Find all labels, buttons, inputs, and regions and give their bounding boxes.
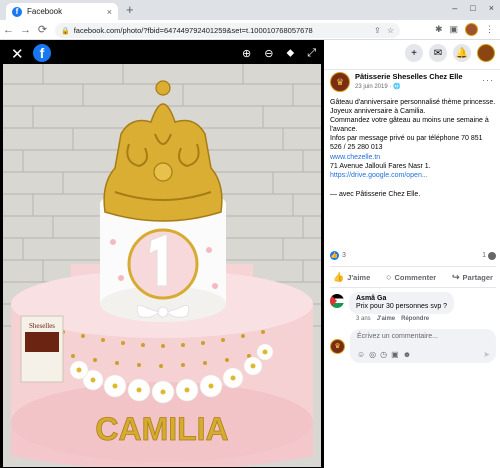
comment-like-link[interactable]: J'aime [377,316,395,322]
profile-avatar[interactable] [465,23,478,36]
comment-text: Prix pour 30 personnes svp ? [356,303,448,310]
sticker-icon[interactable]: ▣ [391,350,399,359]
minimize-icon[interactable]: – [452,3,457,13]
post-body: Gâteau d'anniversaire personnalisé thème… [330,98,496,199]
drive-link[interactable]: https://drive.google.com/open... [330,171,496,180]
extensions-icon[interactable]: ✱ [435,24,443,35]
close-window-icon[interactable]: × [489,3,494,13]
post-text: Gâteau d'anniversaire personnalisé thème… [330,99,496,152]
comment-meta: 3 ans J'aime Répondre [356,316,429,322]
tab-close-icon[interactable]: × [107,7,112,17]
composer-avatar: ♛ [330,338,345,354]
url-text[interactable]: facebook.com/photo/?fbid=647449792401259… [74,26,368,35]
share-button[interactable]: ↪ Partager [452,272,493,283]
comment-button[interactable]: ○ Commenter [386,272,436,282]
create-plus-icon[interactable]: + [405,44,423,62]
thumbs-up-icon: 👍 [333,271,345,282]
send-icon[interactable]: ➤ [483,350,490,359]
emoji-icon[interactable]: ☺ [357,350,365,359]
comment-bubble-icon [488,251,496,260]
divider [324,69,500,70]
zoom-out-icon[interactable]: ⊖ [264,47,273,60]
like-button[interactable]: 👍 J'aime [333,272,370,283]
comment-count-number: 1 [482,252,486,259]
more-options-icon[interactable]: ··· [482,75,494,85]
browser-extras: ✱ ▣ ⋮ [435,23,494,36]
facebook-logo-icon[interactable]: f [33,44,51,62]
reload-icon[interactable]: ⟳ [34,23,51,36]
commenter-avatar[interactable] [330,294,344,308]
cake-photo: CAMILIA Sheselles [3,64,321,467]
comment-item: Asmâ Ga Prix pour 30 personnes svp ? [330,292,496,314]
like-label: J'aime [347,272,371,282]
lock-icon[interactable]: 🔒 [61,27,70,35]
back-icon[interactable]: ← [0,24,17,36]
svg-text:CAMILIA: CAMILIA [95,411,228,447]
comment-composer: ♛ Écrivez un commentaire... ☺ ◎ ◷ ▣ ☻ ➤ [330,329,496,363]
window-controls: – □ × [452,3,494,13]
tab-title: Facebook [27,7,63,16]
composer-icons: ☺ ◎ ◷ ▣ ☻ [357,350,411,359]
comment-reply-link[interactable]: Répondre [401,316,429,322]
share-arrow-icon: ↪ [452,271,460,282]
like-reaction-icon[interactable]: 👍 [330,251,339,260]
maximize-icon[interactable]: □ [470,3,475,13]
side-panel-icon[interactable]: ▣ [449,24,458,35]
reaction-summary: 👍 3 1 [330,251,496,260]
account-avatar[interactable] [477,44,495,62]
commenter-name[interactable]: Asmâ Ga [356,295,447,302]
svg-text:Sheselles: Sheselles [29,322,55,330]
website-link[interactable]: www.chezelle.tn [330,153,496,162]
post-sidebar: + ✉ 🔔 ♛ Pâtisserie Sheselles Chez Elle 2… [324,40,500,468]
photo-viewer: ✕ f ⊕ ⊖ ⬥ ⤢ CAMILIA Sheselles [0,40,324,468]
post-header: ♛ Pâtisserie Sheselles Chez Elle 23 juin… [330,72,496,92]
like-count[interactable]: 3 [342,252,346,259]
comment-input[interactable]: Écrivez un commentaire... ☺ ◎ ◷ ▣ ☻ ➤ [350,329,496,363]
page-avatar[interactable]: ♛ [330,72,350,92]
comment-age[interactable]: 3 ans [356,316,371,322]
address-text: 71 Avenue Jallouli Fares Nasr 1. [330,162,431,170]
browser-tab[interactable]: f Facebook × [6,3,118,20]
share-icon[interactable]: ⇪ [374,26,381,35]
tagged-page[interactable]: — avec Pâtisserie Chez Elle. [330,190,496,199]
comment-icon: ○ [386,272,392,282]
post-author: Pâtisserie Sheselles Chez Elle 23 juin 2… [355,72,463,92]
account-controls: + ✉ 🔔 [405,44,495,62]
url-bar[interactable]: 🔒 facebook.com/photo/?fbid=6474497924012… [55,23,400,38]
forward-icon[interactable]: → [17,24,34,36]
browser-menu-icon[interactable]: ⋮ [485,24,494,35]
camera-icon[interactable]: ◎ [369,350,376,359]
close-viewer-icon[interactable]: ✕ [11,45,24,63]
page-name-link[interactable]: Pâtisserie Sheselles Chez Elle [355,72,463,81]
new-tab-button[interactable]: + [126,3,134,17]
zoom-in-icon[interactable]: ⊕ [242,47,251,60]
comment-label: Commenter [394,272,437,282]
address-toolbar: ← → ⟳ 🔒 facebook.com/photo/?fbid=6474497… [0,20,500,40]
fullscreen-icon[interactable]: ⤢ [307,47,316,60]
comment-bubble: Asmâ Ga Prix pour 30 personnes svp ? [349,292,455,314]
messenger-icon[interactable]: ✉ [429,44,447,62]
share-label: Partager [462,272,493,282]
bookmark-star-icon[interactable]: ☆ [387,26,394,35]
comment-count[interactable]: 1 [482,251,496,260]
facebook-favicon-icon: f [12,6,22,17]
gif-icon[interactable]: ◷ [380,350,387,359]
post-actions: 👍 J'aime ○ Commenter ↪ Partager [330,266,496,288]
viewer-toolbar: ⊕ ⊖ ⬥ ⤢ [242,47,316,60]
browser-tab-bar: f Facebook × + – □ × [0,0,500,20]
tag-icon[interactable]: ⬥ [286,47,294,60]
post-date[interactable]: 23 juin 2019 · 🌐 [355,83,463,90]
notifications-bell-icon[interactable]: 🔔 [453,44,471,62]
avatar-sticker-icon[interactable]: ☻ [403,350,411,359]
